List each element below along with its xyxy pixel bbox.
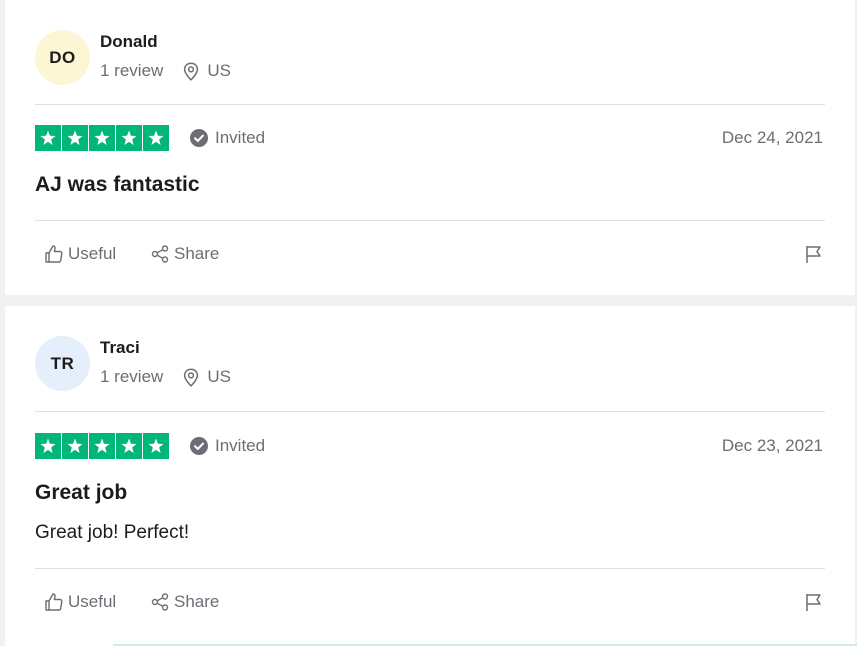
star-icon — [35, 125, 61, 151]
star-icon — [35, 433, 61, 459]
review-count: 1 review — [100, 367, 164, 386]
consumer-meta: 1 review US — [100, 367, 231, 387]
divider — [35, 220, 825, 221]
share-label: Share — [174, 244, 220, 263]
star-icon — [143, 433, 169, 459]
location-pin-icon — [184, 367, 199, 387]
share-label: Share — [174, 592, 220, 611]
useful-label: Useful — [68, 592, 117, 611]
share-icon — [151, 245, 169, 263]
useful-label: Useful — [68, 244, 117, 263]
avatar[interactable]: DO — [35, 30, 90, 85]
divider — [35, 104, 825, 105]
star-icon — [116, 125, 142, 151]
consumer-location: US — [183, 61, 231, 81]
consumer-name[interactable]: Traci — [100, 338, 140, 358]
review-card: TR Traci 1 review US Invited Dec 23, 202… — [5, 306, 855, 646]
star-icon — [89, 125, 115, 151]
star-rating — [35, 433, 170, 459]
location-label: US — [207, 367, 231, 386]
useful-button[interactable]: Useful — [44, 244, 116, 264]
consumer-meta: 1 review US — [100, 61, 231, 81]
verified-check-icon — [190, 129, 208, 147]
review-date: Dec 23, 2021 — [721, 436, 823, 455]
flag-icon — [806, 594, 821, 611]
location-pin-icon — [184, 61, 199, 81]
invited-label: Invited — [215, 436, 266, 455]
invited-badge[interactable]: Invited — [190, 128, 265, 148]
star-icon — [143, 125, 169, 151]
star-icon — [62, 125, 88, 151]
share-icon — [151, 593, 169, 611]
consumer-location: US — [183, 367, 231, 387]
review-title[interactable]: AJ was fantastic — [35, 173, 200, 197]
flag-icon — [806, 246, 821, 263]
review-date: Dec 24, 2021 — [721, 128, 823, 147]
location-label: US — [207, 61, 231, 80]
share-button[interactable]: Share — [150, 592, 219, 612]
star-icon — [89, 433, 115, 459]
thumbs-up-icon — [45, 593, 63, 611]
invited-label: Invited — [215, 128, 266, 147]
share-button[interactable]: Share — [150, 244, 219, 264]
avatar[interactable]: TR — [35, 336, 90, 391]
review-text: Great job! Perfect! — [35, 522, 190, 543]
review-count: 1 review — [100, 61, 164, 80]
useful-button[interactable]: Useful — [44, 592, 116, 612]
review-title[interactable]: Great job — [35, 481, 127, 505]
star-icon — [116, 433, 142, 459]
report-flag-button[interactable] — [804, 592, 824, 617]
divider — [35, 411, 825, 412]
consumer-name[interactable]: Donald — [100, 32, 158, 52]
invited-badge[interactable]: Invited — [190, 436, 265, 456]
divider — [35, 568, 825, 569]
star-icon — [62, 433, 88, 459]
thumbs-up-icon — [45, 245, 63, 263]
review-card: DO Donald 1 review US Invited Dec 24, 20… — [5, 0, 855, 295]
report-flag-button[interactable] — [804, 244, 824, 269]
star-rating — [35, 125, 170, 151]
verified-check-icon — [190, 437, 208, 455]
consumer-info[interactable]: TR Traci 1 review US — [35, 336, 435, 392]
consumer-info[interactable]: DO Donald 1 review US — [35, 30, 435, 86]
